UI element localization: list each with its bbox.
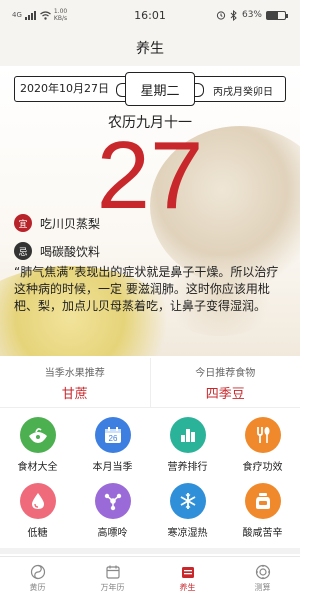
status-bar: 4G 1.00 KB/s 16:01 63% xyxy=(0,0,300,30)
section-divider xyxy=(0,548,300,554)
signal-icon xyxy=(24,10,36,20)
battery-icon xyxy=(266,10,288,20)
battery-fill xyxy=(267,11,279,19)
almanac-icon xyxy=(30,564,46,580)
snowflake-icon xyxy=(169,483,206,519)
suitable-tip: 宜 吃川贝蒸梨 xyxy=(14,214,100,232)
tab-label: 万年历 xyxy=(100,583,125,592)
avoid-text: 喝碳酸饮料 xyxy=(40,244,101,259)
battery-percent: 63% xyxy=(241,10,262,20)
grid-item-cold-hot[interactable]: 寒凉湿热 xyxy=(150,478,225,544)
tab-fortune[interactable]: 测算 xyxy=(225,557,300,600)
grid-label: 营养排行 xyxy=(167,462,208,473)
status-right: 63% xyxy=(216,9,288,21)
fortune-icon xyxy=(255,564,271,580)
health-description: “肺气焦满”表现出的症状就是鼻子干燥。所以治疗这种病的时候，一定 要滋润肺。这时… xyxy=(14,265,279,313)
calendar-icon: 26 xyxy=(94,417,131,453)
food-recommend[interactable]: 今日推荐食物 四季豆 xyxy=(151,358,301,407)
fruit-recommend[interactable]: 当季水果推荐 甘蔗 xyxy=(0,358,151,407)
wifi-icon xyxy=(40,10,51,20)
grid-item-flavors[interactable]: 酸咸苦辛 xyxy=(225,478,300,544)
grid-item-this-month[interactable]: 26 本月当季 xyxy=(75,412,150,478)
solar-date: 2020年10月27日 xyxy=(20,82,109,95)
grid-label: 低糖 xyxy=(27,528,48,539)
grid-label: 酸咸苦辛 xyxy=(242,528,283,539)
speed-value: 1.00 xyxy=(53,8,68,15)
avoid-tip: 忌 喝碳酸饮料 xyxy=(14,242,100,260)
feature-grid: 食材大全 26 本月当季 营养排行 食疗功效 低糖 高嘌呤 寒凉湿热 酸咸苦辛 xyxy=(0,412,300,544)
signal-group: 4G 1.00 KB/s xyxy=(12,8,67,22)
bar-chart-icon xyxy=(169,417,206,453)
ganzhi-date: 丙戌月癸卯日 xyxy=(213,87,273,98)
food-recommend-label: 今日推荐食物 xyxy=(195,367,256,379)
tab-label: 黄历 xyxy=(29,583,46,592)
grid-item-high-purine[interactable]: 高嘌呤 xyxy=(75,478,150,544)
drop-icon xyxy=(19,483,56,519)
grid-item-diet-therapy[interactable]: 食疗功效 xyxy=(225,412,300,478)
tab-perpetual-calendar[interactable]: 万年历 xyxy=(75,557,150,600)
grid-item-nutrition-rank[interactable]: 营养排行 xyxy=(150,412,225,478)
grid-label: 高嘌呤 xyxy=(97,528,128,539)
page-title: 养生 xyxy=(136,41,164,57)
molecule-icon xyxy=(94,483,131,519)
vegetables-icon xyxy=(19,417,56,453)
day-number: 27 xyxy=(96,122,204,229)
tab-label: 测算 xyxy=(254,583,271,592)
date-banner: 2020年10月27日 星期二 丙戌月癸卯日 xyxy=(14,72,286,106)
bottom-tab-bar: 黄历 万年历 养生 测算 xyxy=(0,556,300,600)
network-label: 4G xyxy=(12,11,22,19)
weekday-badge: 星期二 xyxy=(116,72,204,106)
speed-unit: KB/s xyxy=(53,15,68,22)
alarm-icon xyxy=(216,11,226,20)
calendar-number: 26 xyxy=(108,434,117,443)
tab-almanac[interactable]: 黄历 xyxy=(0,557,75,600)
grid-item-low-sugar[interactable]: 低糖 xyxy=(0,478,75,544)
health-icon xyxy=(180,564,196,580)
app-header: 养生 xyxy=(0,30,300,66)
fork-spoon-icon xyxy=(244,417,281,453)
grid-item-ingredients[interactable]: 食材大全 xyxy=(0,412,75,478)
jar-icon xyxy=(244,483,281,519)
tab-health[interactable]: 养生 xyxy=(150,557,225,600)
network-speed: 1.00 KB/s xyxy=(54,8,67,22)
grid-label: 寒凉湿热 xyxy=(167,528,208,539)
suitable-text: 吃川贝蒸梨 xyxy=(40,216,101,231)
food-recommend-value: 四季豆 xyxy=(205,386,245,402)
recommend-row: 当季水果推荐 甘蔗 今日推荐食物 四季豆 xyxy=(0,358,300,408)
grid-label: 食疗功效 xyxy=(242,462,283,473)
tab-label: 养生 xyxy=(179,583,196,592)
fruit-recommend-label: 当季水果推荐 xyxy=(44,367,105,379)
fruit-recommend-value: 甘蔗 xyxy=(61,386,88,402)
grid-label: 食材大全 xyxy=(17,462,58,473)
calendar-tab-icon xyxy=(105,564,121,580)
grid-label: 本月当季 xyxy=(92,462,133,473)
suitable-icon: 宜 xyxy=(14,214,32,232)
bluetooth-icon xyxy=(230,9,237,21)
avoid-icon: 忌 xyxy=(14,242,32,260)
almanac-hero-card[interactable]: 2020年10月27日 星期二 丙戌月癸卯日 农历九月十一 27 宜 吃川贝蒸梨… xyxy=(0,66,300,356)
